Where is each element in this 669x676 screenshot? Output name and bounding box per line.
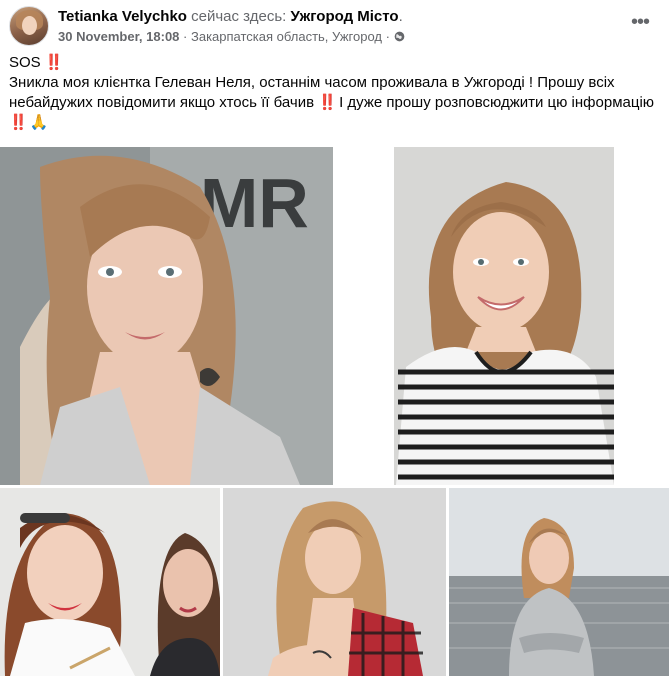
post-header: Tetianka Velychko сейчас здесь: Ужгород … — [0, 0, 669, 48]
meta-separator: · — [183, 29, 188, 44]
post-body: SOS ‼️ Зникла моя клієнтка Гелеван Неля,… — [9, 53, 659, 133]
meta-separator: · — [385, 29, 390, 44]
post-title-line: Tetianka Velychko сейчас здесь: Ужгород … — [58, 7, 403, 26]
place-link[interactable]: Ужгород Місто — [290, 8, 398, 25]
photo-two-women-image — [0, 488, 220, 676]
post-meta: 30 November, 18:08 · Закарпатская област… — [58, 28, 405, 45]
post-text-sos: SOS — [9, 54, 41, 71]
post-text-line-1: SOS ‼️ — [9, 53, 659, 73]
photo-3[interactable] — [0, 488, 220, 676]
author-avatar[interactable] — [9, 6, 49, 46]
post-timestamp-link[interactable]: 30 November, 18:08 — [58, 29, 179, 44]
double-exclamation-icon: ‼️ — [9, 114, 28, 131]
post-location-link[interactable]: Закарпатская область, Ужгород — [191, 29, 382, 44]
place-suffix: . — [398, 8, 403, 25]
double-exclamation-icon: ‼️ — [318, 94, 337, 111]
globe-icon[interactable] — [394, 29, 405, 42]
photo-plaid-shirt-image — [223, 488, 446, 676]
checkin-verb: сейчас здесь: — [191, 8, 287, 25]
photo-selfie-image: MR — [0, 147, 333, 485]
photo-5[interactable] — [449, 488, 669, 676]
photo-1[interactable]: MR — [0, 147, 333, 485]
author-name-link[interactable]: Tetianka Velychko — [58, 8, 187, 25]
post-text-paragraph: Зникла моя клієнтка Гелеван Неля, останн… — [9, 73, 659, 133]
photo-seaside-image — [449, 488, 669, 676]
praying-hands-icon: 🙏 — [29, 114, 49, 131]
photo-striped-shirt-image — [336, 147, 669, 485]
double-exclamation-icon: ‼️ — [44, 54, 64, 71]
post-text-end: І дуже прошу розповсюджити цю інформацію — [339, 94, 655, 111]
more-options-icon[interactable]: ••• — [628, 12, 652, 36]
photo-2[interactable] — [336, 147, 669, 485]
photo-4[interactable] — [223, 488, 446, 676]
